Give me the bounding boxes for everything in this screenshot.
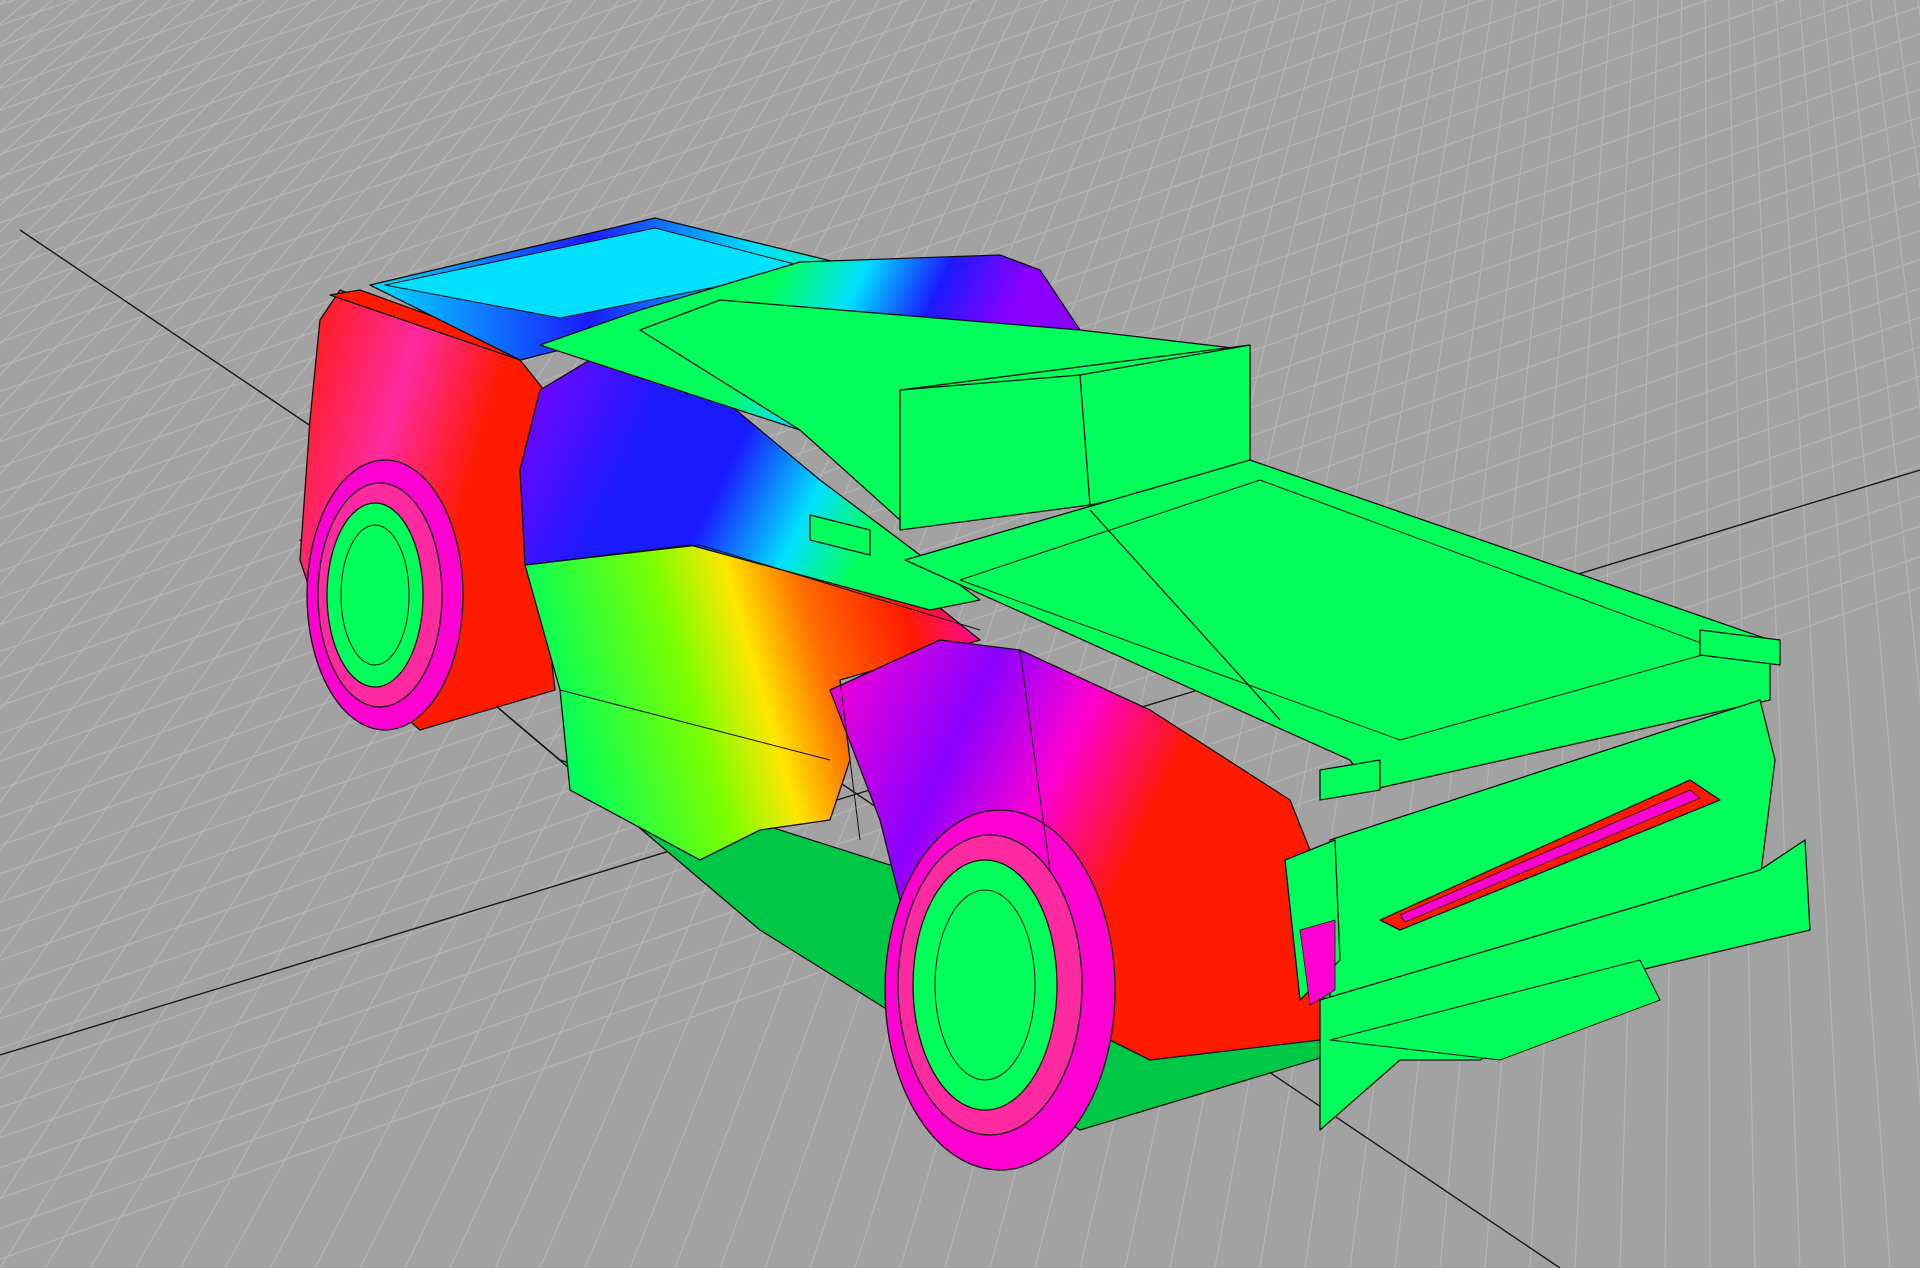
grid-line [1802,0,1920,1268]
grid-line [1804,0,1920,1268]
viewport-canvas[interactable] [0,0,1920,1268]
grid-line [0,0,194,68]
grid-line [1728,0,1920,1268]
rear-wheel [884,809,1116,1171]
grid-line [1806,0,1920,1268]
grid-line [0,0,1920,35]
grid-line [1773,0,1920,1268]
grid-line [1782,0,1920,1268]
grid-line [1811,0,1920,1268]
grid-line [1777,0,1920,1268]
grid-line [1809,0,1920,1268]
grid-line [1800,0,1920,1268]
bed-corner-cap-front [1319,759,1381,801]
grid-line [1793,0,1920,1268]
grid-line [1752,0,1920,1268]
grid-line [1737,0,1920,1268]
grid-line [1755,0,1920,1268]
grid-line [1766,0,1920,1268]
grid-line [1786,0,1920,1268]
front-wheel [306,459,464,731]
grid-line [1730,0,1920,1268]
grid-line [1784,0,1920,1268]
grid-line [1757,0,1920,1268]
grid-line [1775,0,1920,1268]
grid-line [1734,0,1920,1268]
grid-line [1815,0,1920,1268]
3d-viewport[interactable] [0,0,1920,1268]
grid-line [1818,0,1920,1268]
grid-line [0,0,1920,16]
grid-line [1797,0,1920,1268]
grid-line [1739,0,1920,1268]
grid-line [1791,0,1920,1268]
grid-line [1779,0,1920,1268]
grid-line [0,0,443,156]
grid-line [1788,0,1920,1268]
